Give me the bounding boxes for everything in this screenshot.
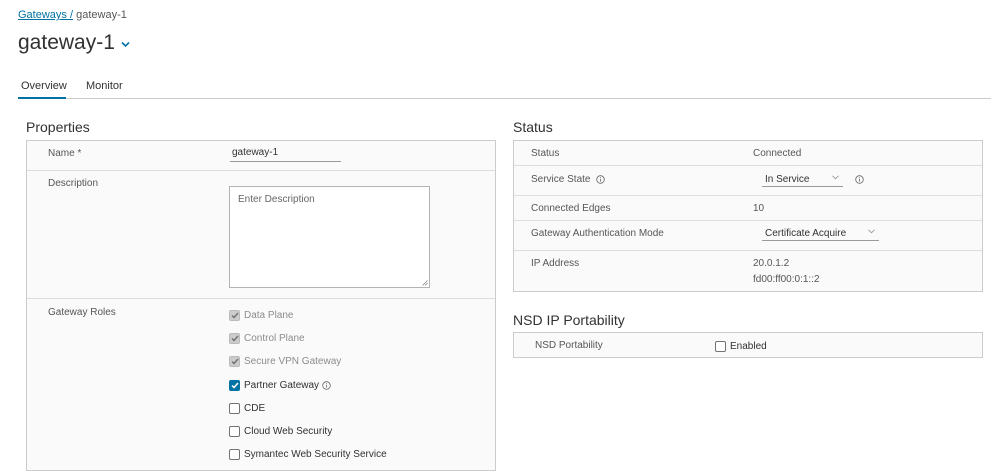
- role-label: Partner Gateway: [244, 379, 320, 391]
- checkbox-cde[interactable]: [229, 402, 240, 414]
- check-icon: [230, 382, 239, 389]
- name-input[interactable]: gateway-1: [230, 147, 341, 162]
- status-label: Status: [531, 148, 560, 159]
- role-label: Symantec Web Security Service: [244, 448, 387, 460]
- checkbox-data-plane: [229, 309, 240, 321]
- breadcrumb-current: gateway-1: [76, 9, 127, 21]
- description-label: Description: [48, 178, 99, 189]
- role-label: Cloud Web Security: [244, 425, 333, 437]
- role-data-plane: Data Plane: [229, 308, 293, 322]
- service-state-row: Service State In Service: [514, 166, 982, 196]
- role-label: CDE: [244, 402, 266, 414]
- status-value: Connected: [753, 148, 802, 159]
- tab-overview[interactable]: Overview: [18, 80, 67, 99]
- auth-mode-label: Gateway Authentication Mode: [531, 228, 664, 239]
- service-state-label: Service State: [531, 174, 591, 185]
- ipv6-value: fd00:ff00:0:1::2: [753, 274, 820, 285]
- connected-edges-label: Connected Edges: [531, 203, 611, 214]
- gateway-roles-label: Gateway Roles: [48, 307, 116, 318]
- ip-address-label: IP Address: [531, 258, 580, 269]
- connected-edges-value: 10: [753, 203, 765, 214]
- name-label: Name *: [48, 148, 82, 159]
- breadcrumb: Gateways / gateway-1: [18, 9, 127, 21]
- description-placeholder: Enter Description: [238, 194, 315, 205]
- role-cde: CDE: [229, 401, 265, 415]
- nsd-title: NSD IP Portability: [513, 312, 625, 328]
- name-row: Name * gateway-1: [27, 141, 495, 171]
- check-icon: [230, 335, 239, 342]
- checkbox-symantec-wss[interactable]: [229, 448, 240, 460]
- info-icon[interactable]: [596, 175, 605, 184]
- info-icon[interactable]: [322, 380, 331, 390]
- info-icon[interactable]: [855, 175, 864, 184]
- checkbox-secure-vpn-gateway: [229, 355, 240, 367]
- checkbox-cloud-web-security[interactable]: [229, 425, 240, 437]
- title-row: gateway-1: [18, 31, 130, 55]
- chevron-down-icon[interactable]: [121, 41, 130, 48]
- role-control-plane: Control Plane: [229, 331, 305, 345]
- auth-mode-select[interactable]: Certificate Acquire: [762, 226, 879, 241]
- page-title: gateway-1: [18, 31, 115, 54]
- connected-edges-row: Connected Edges 10: [514, 196, 982, 221]
- role-label: Secure VPN Gateway: [244, 355, 342, 367]
- properties-panel: Name * gateway-1 Description Enter Descr…: [26, 140, 496, 471]
- tab-monitor[interactable]: Monitor: [86, 80, 123, 99]
- ip-address-row: IP Address 20.0.1.2 fd00:ff00:0:1::2: [514, 251, 982, 292]
- role-label: Data Plane: [244, 309, 294, 321]
- chevron-down-icon: [832, 175, 839, 180]
- properties-title: Properties: [26, 119, 90, 135]
- auth-mode-row: Gateway Authentication Mode Certificate …: [514, 221, 982, 251]
- nsd-enabled-label: Enabled: [730, 340, 767, 352]
- check-icon: [230, 312, 239, 319]
- chevron-down-icon: [868, 229, 875, 234]
- nsd-enabled-toggle: Enabled: [715, 339, 767, 353]
- role-symantec-wss: Symantec Web Security Service: [229, 447, 387, 461]
- ipv4-value: 20.0.1.2: [753, 258, 790, 269]
- description-textarea[interactable]: Enter Description: [229, 186, 430, 288]
- checkbox-nsd-enabled[interactable]: [715, 340, 726, 352]
- status-row: Status Connected: [514, 141, 982, 166]
- breadcrumb-link-gateways[interactable]: Gateways /: [18, 9, 73, 21]
- checkbox-control-plane: [229, 332, 240, 344]
- nsd-panel: NSD Portability Enabled: [513, 332, 983, 358]
- checkbox-partner-gateway[interactable]: [229, 379, 240, 391]
- status-panel: Status Connected Service State In Servic…: [513, 140, 983, 292]
- resize-grip-icon[interactable]: [422, 280, 428, 286]
- status-title: Status: [513, 119, 553, 135]
- role-secure-vpn-gateway: Secure VPN Gateway: [229, 354, 341, 368]
- tab-bar: Overview Monitor: [18, 80, 991, 99]
- auth-mode-value: Certificate Acquire: [765, 227, 847, 239]
- nsd-portability-label: NSD Portability: [535, 340, 603, 351]
- role-label: Control Plane: [244, 332, 305, 344]
- description-row: Description Enter Description: [27, 171, 495, 299]
- service-state-select[interactable]: In Service: [762, 172, 843, 187]
- role-partner-gateway: Partner Gateway: [229, 378, 331, 392]
- role-cloud-web-security: Cloud Web Security: [229, 424, 332, 438]
- service-state-value: In Service: [765, 173, 810, 185]
- check-icon: [230, 358, 239, 365]
